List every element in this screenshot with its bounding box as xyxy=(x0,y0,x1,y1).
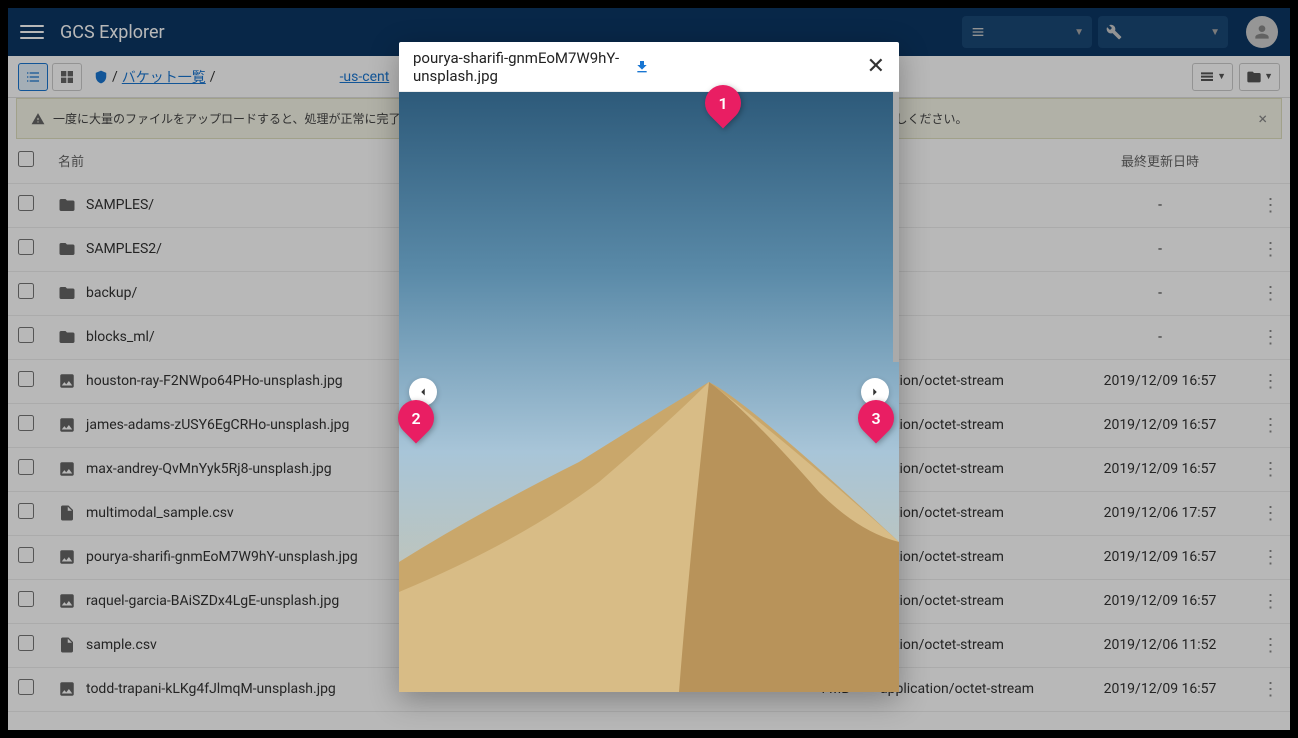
modal-filename: pourya-sharifi-gnmEoM7W9hY-unsplash.jpg xyxy=(413,49,630,85)
preview-modal: pourya-sharifi-gnmEoM7W9hY-unsplash.jpg … xyxy=(399,42,899,692)
download-icon[interactable] xyxy=(634,59,650,75)
annotation-badge-1: 1 xyxy=(705,85,745,135)
annotation-badge-3: 3 xyxy=(858,400,898,450)
annotation-badge-2: 2 xyxy=(398,400,438,450)
close-modal-button[interactable]: ✕ xyxy=(867,54,885,79)
preview-image xyxy=(399,92,899,692)
scroll-indicator[interactable] xyxy=(893,92,899,362)
preview-body xyxy=(399,92,899,692)
